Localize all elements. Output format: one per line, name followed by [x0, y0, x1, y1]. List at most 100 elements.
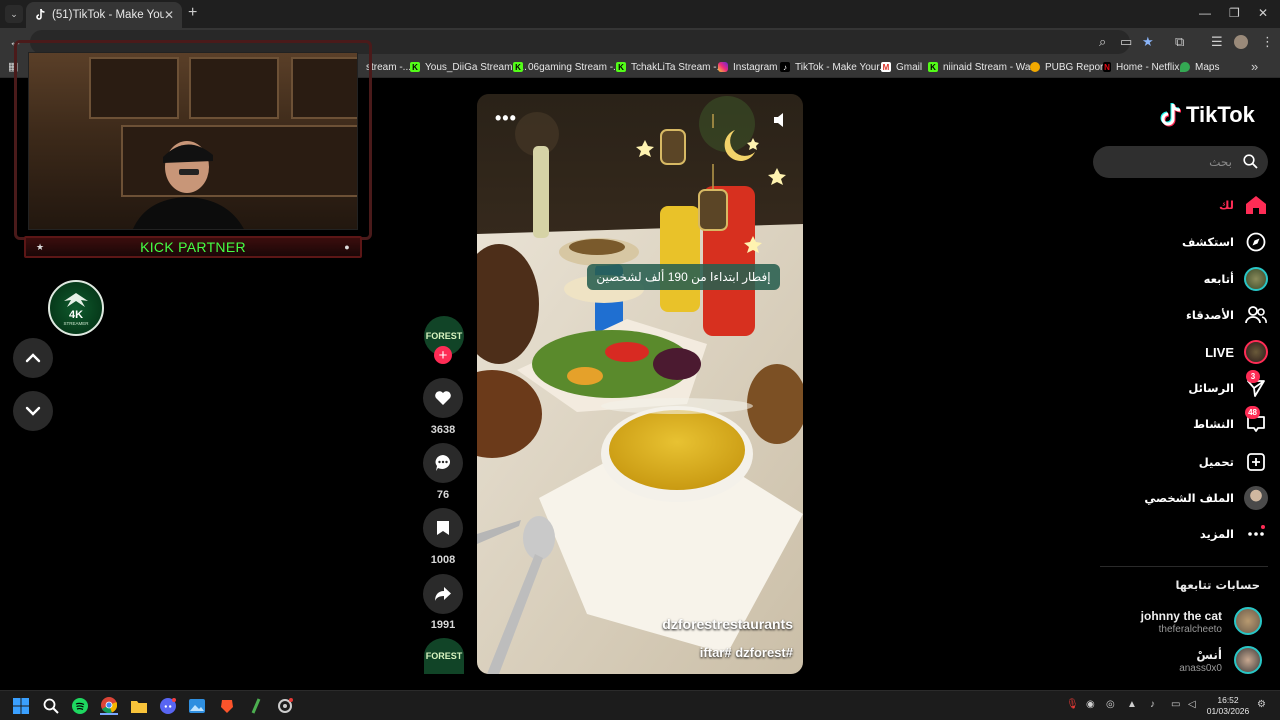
- nav-profile[interactable]: الملف الشخصي: [1100, 481, 1268, 515]
- bookmark-maps[interactable]: Maps: [1180, 60, 1219, 74]
- following-account-item[interactable]: أنسْ anass0x0: [1100, 646, 1262, 680]
- next-video-button[interactable]: [13, 391, 53, 431]
- video-author-name[interactable]: dzforestrestaurants: [662, 616, 793, 632]
- nav-for-you[interactable]: لك: [1100, 188, 1268, 222]
- instagram-icon: [718, 62, 728, 72]
- windows-start-icon[interactable]: [12, 697, 30, 715]
- cast-icon[interactable]: ▭: [1120, 35, 1132, 49]
- bookmark-label: PUBG Report: [1045, 61, 1107, 73]
- video-hashtags[interactable]: iftar# dzforest#: [700, 645, 793, 660]
- photos-icon[interactable]: [188, 697, 206, 715]
- search-box[interactable]: [1082, 146, 1268, 178]
- nav-more[interactable]: المزيد: [1100, 517, 1268, 551]
- chrome-icon[interactable]: [100, 697, 118, 715]
- tab-search-dropdown-icon[interactable]: ⌄: [5, 5, 23, 23]
- bookmark-label: Maps: [1195, 61, 1220, 73]
- bookmark-netflix[interactable]: N Home - Netflix: [1103, 60, 1179, 74]
- tab-title: (51)TikTok - Make Your Day: [52, 9, 164, 21]
- maximize-button[interactable]: ❐: [1229, 6, 1240, 20]
- nav-friends[interactable]: الأصدقاء: [1100, 298, 1268, 332]
- bookmark-yous-diiga[interactable]: K Yous_DiiGa Stream -...: [410, 60, 527, 74]
- kick-partner-label: KICK PARTNER: [140, 239, 246, 255]
- like-count: 3638: [430, 424, 456, 436]
- nav-label: المزيد: [1199, 527, 1234, 541]
- nav-upload[interactable]: تحميل: [1100, 445, 1268, 479]
- browser-menu-icon[interactable]: ⋮: [1261, 35, 1274, 49]
- extensions-icon[interactable]: ⧉: [1175, 35, 1184, 49]
- bookmark-pubg-report[interactable]: PUBG Report: [1030, 60, 1106, 74]
- profile-avatar[interactable]: [1234, 35, 1248, 49]
- browser-tab-tiktok[interactable]: (51)TikTok - Make Your Day ✕: [26, 2, 182, 28]
- file-explorer-icon[interactable]: [130, 697, 148, 715]
- video-options-icon[interactable]: •••: [495, 108, 517, 129]
- video-player[interactable]: ••• إفطار ابتداءا من 190 ألف لشخصين dzfo…: [477, 94, 803, 674]
- spotify-icon[interactable]: [71, 697, 89, 715]
- network-icon[interactable]: ▭: [1171, 699, 1180, 710]
- bookmark-stream[interactable]: stream -...: [366, 60, 411, 74]
- clock-time: 16:52: [1217, 695, 1239, 705]
- tab-close-icon[interactable]: ✕: [164, 8, 174, 22]
- bookmark-label: TchakLiTa Stream -...: [631, 61, 725, 73]
- search-icon[interactable]: [1243, 154, 1258, 174]
- home-icon: [1244, 193, 1268, 217]
- comment-button[interactable]: [423, 443, 463, 483]
- zoom-icon[interactable]: ⌕: [1099, 35, 1106, 49]
- bookmark-tchaklita[interactable]: K TchakLiTa Stream -...: [616, 60, 725, 74]
- bookmarks-overflow-icon[interactable]: »: [1251, 60, 1258, 74]
- volume-icon[interactable]: [773, 112, 787, 133]
- tray-app-icon[interactable]: ◎: [1106, 699, 1115, 710]
- nav-following[interactable]: أتابعه: [1100, 262, 1268, 296]
- system-clock[interactable]: 16:52 01/03/2026: [1206, 695, 1250, 717]
- save-button[interactable]: [423, 508, 463, 548]
- bookmark-06gaming[interactable]: K 06gaming Stream -...: [513, 60, 621, 74]
- music-disc-avatar[interactable]: FOREST: [424, 638, 464, 674]
- chevron-down-icon: [25, 406, 41, 416]
- follow-button[interactable]: +: [434, 346, 452, 364]
- microphone-icon[interactable]: ♪: [1150, 699, 1155, 710]
- bookmark-label: TikTok - Make Your...: [795, 61, 888, 73]
- heart-icon: [435, 391, 451, 405]
- tiktok-logo[interactable]: TikTok: [1160, 102, 1255, 128]
- notifications-icon[interactable]: ⚙: [1257, 699, 1266, 710]
- volume-tray-icon[interactable]: ◁: [1188, 699, 1196, 710]
- bookmark-icon: [437, 521, 449, 535]
- like-button[interactable]: [423, 378, 463, 418]
- nav-label: الرسائل: [1188, 381, 1234, 395]
- comment-icon: [435, 455, 451, 471]
- bookmark-niinaid[interactable]: K niinaid Stream - Wa...: [928, 60, 1039, 74]
- close-window-button[interactable]: ✕: [1258, 6, 1268, 20]
- bookmark-label: 06gaming Stream -...: [528, 61, 622, 73]
- discord-icon[interactable]: [159, 697, 177, 715]
- following-avatar-icon: [1244, 267, 1268, 291]
- nav-messages[interactable]: الرسائل 3: [1100, 370, 1268, 405]
- share-button[interactable]: [423, 574, 463, 614]
- chevron-up-icon: [25, 353, 41, 363]
- tiktok-icon: ♪: [780, 62, 790, 72]
- bookmark-star-icon[interactable]: ★: [1142, 35, 1154, 49]
- nav-live[interactable]: LIVE: [1100, 335, 1268, 369]
- nav-explore[interactable]: استكشف: [1100, 225, 1268, 259]
- previous-video-button[interactable]: [13, 338, 53, 378]
- mic-muted-icon[interactable]: 🎙︎: [1066, 699, 1079, 710]
- following-account-item[interactable]: johnny the cat theferalcheeto: [1100, 607, 1262, 641]
- nav-activity[interactable]: النشاط 48: [1100, 406, 1268, 441]
- tray-app-icon[interactable]: ◉: [1086, 699, 1095, 710]
- account-handle: theferalcheeto: [1158, 624, 1222, 635]
- clock-date: 01/03/2026: [1206, 706, 1250, 716]
- save-count: 1008: [430, 554, 456, 566]
- nav-label: الملف الشخصي: [1144, 491, 1234, 505]
- settings-app-icon[interactable]: [276, 697, 294, 715]
- promo-caption: إفطار ابتداءا من 190 ألف لشخصين: [587, 264, 780, 290]
- bookmark-instagram[interactable]: Instagram: [718, 60, 777, 74]
- bookmark-gmail[interactable]: M Gmail: [881, 60, 922, 74]
- search-icon[interactable]: [42, 697, 60, 715]
- app-icon[interactable]: [247, 697, 265, 715]
- search-input[interactable]: [1082, 155, 1258, 169]
- new-tab-button[interactable]: +: [188, 5, 197, 21]
- brave-icon[interactable]: [218, 697, 236, 715]
- windows-taskbar: 🎙︎ ◉ ◎ ▲ ♪ ▭ ◁ 16:52 01/03/2026 ⚙: [0, 690, 1280, 720]
- tray-app-icon[interactable]: ▲: [1127, 699, 1137, 710]
- bookmark-tiktok[interactable]: ♪ TikTok - Make Your...: [780, 60, 887, 74]
- minimize-button[interactable]: —: [1199, 6, 1211, 20]
- reading-list-icon[interactable]: ☰: [1211, 35, 1223, 49]
